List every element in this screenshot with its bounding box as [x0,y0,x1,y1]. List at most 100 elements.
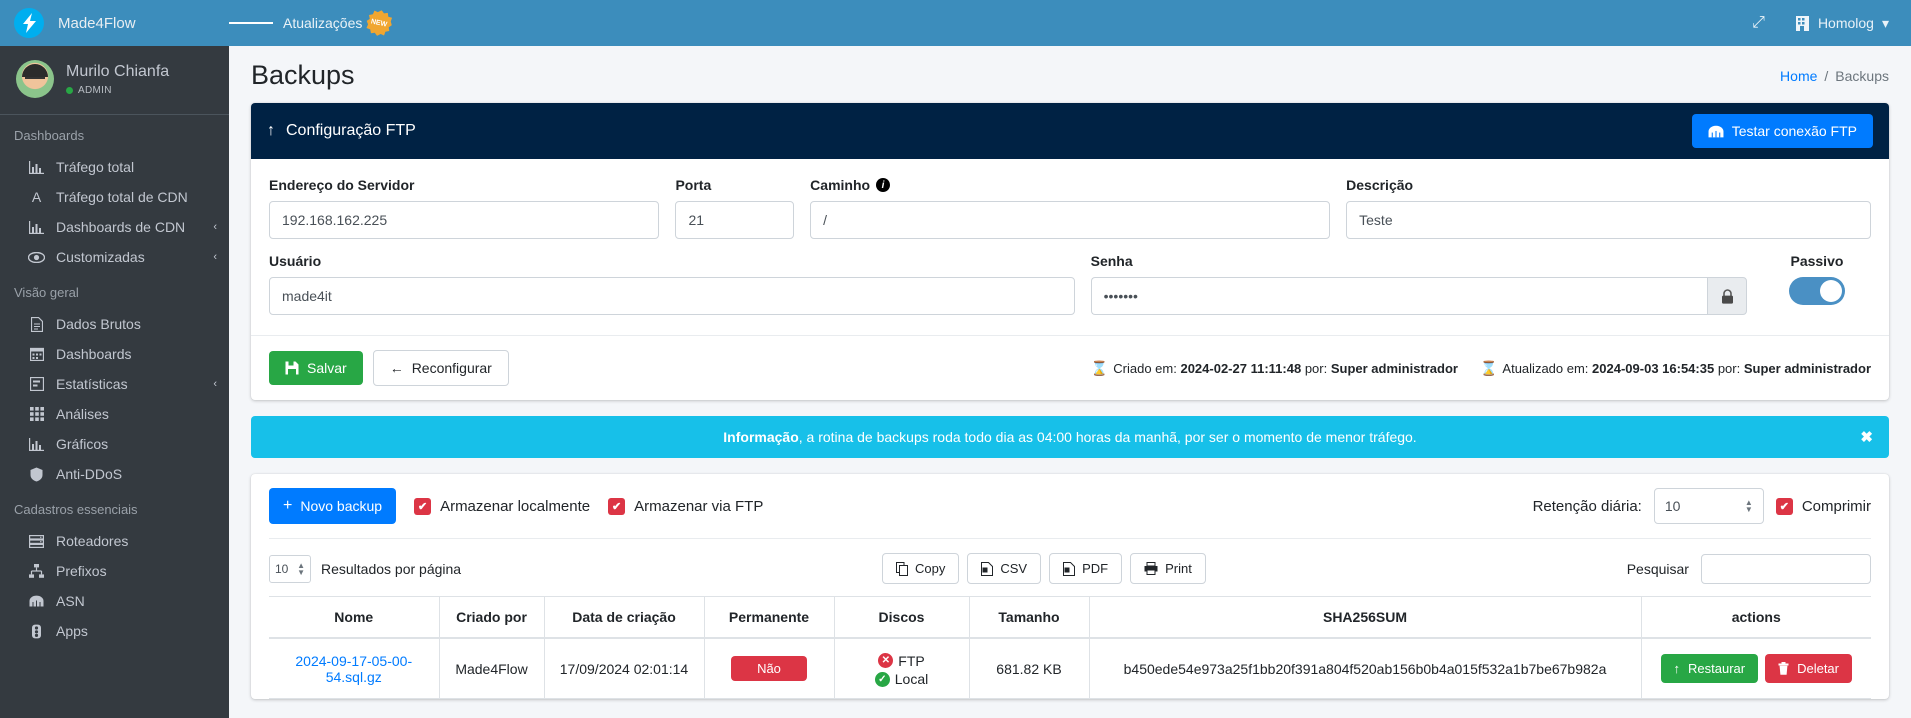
col-nome[interactable]: Nome [269,596,439,639]
sidebar-item-roteadores[interactable]: Roteadores [0,526,229,556]
sidebar-item-label: Dashboards de CDN [56,219,186,235]
sidebar-item-graficos[interactable]: Gráficos [0,429,229,459]
col-sha256sum[interactable]: SHA256SUM [1088,596,1641,639]
sidebar-toggle-icon[interactable] [229,0,274,46]
search-input[interactable] [1700,553,1871,584]
grid-icon [28,407,45,421]
ftp-form-row-2: Usuário Senha Passivo [269,253,1871,315]
user-input[interactable] [269,277,1075,315]
col-tamanho[interactable]: Tamanho [968,596,1089,639]
page-title: Backups [251,60,355,90]
breadcrumb-home-link[interactable]: Home [1780,68,1817,84]
app-root: Made4Flow Atualizações NEW ⤢ Homolog ▾ M… [0,0,1911,718]
sidebar-item-customizadas[interactable]: Customizadas ‹ [0,242,229,272]
path-input[interactable] [810,201,1331,239]
col-criado-por[interactable]: Criado por [438,596,544,639]
sidebar-item-dados-brutos[interactable]: Dados Brutos [0,309,229,339]
col-actions[interactable]: actions [1640,596,1871,639]
retention-value: 10 [1664,498,1681,514]
col-data-criacao[interactable]: Data de criação [543,596,704,639]
fullscreen-icon[interactable]: ⤢ [1738,0,1779,46]
sidebar-item-label: Dados Brutos [56,316,141,332]
backups-table: Nome Criado por Data de criação Permanen… [269,596,1871,699]
environment-selector[interactable]: Homolog ▾ [1785,0,1895,46]
sidebar-user-panel[interactable]: Murilo Chianfa ADMIN [0,46,229,115]
col-discos[interactable]: Discos [833,596,969,639]
alert-text-wrap: Informação, a rotina de backups roda tod… [723,429,1416,445]
lock-icon[interactable] [1707,277,1747,315]
table-head: Nome Criado por Data de criação Permanen… [269,596,1871,639]
ftp-card-footer: Salvar ← Reconfigurar ⌛ Criado em: 2024-0… [251,335,1889,400]
nav-updates[interactable]: Atualizações NEW [273,0,402,46]
per-page-group: 10 ▲ ▼ Resultados por página [269,554,461,583]
test-ftp-connection-button[interactable]: Testar conexão FTP [1691,114,1873,148]
save-button[interactable]: Salvar [269,351,363,385]
sidebar-item-anti-ddos[interactable]: Anti-DDoS [0,459,229,489]
restore-button[interactable]: ↑ Restaurar [1660,654,1759,683]
sidebar-item-trafego-cdn[interactable]: A Tráfego total de CDN [0,182,229,212]
compress-checkbox[interactable]: ✔ Comprimir [1775,497,1871,515]
sidebar-item-apps[interactable]: Apps [0,616,229,646]
checkbox-checked-icon: ✔ [414,497,432,515]
sidebar-item-prefixos[interactable]: Prefixos [0,556,229,586]
reconfigure-button[interactable]: ← Reconfigurar [372,350,509,386]
stepper-arrows-icon[interactable]: ▲ ▼ [1745,499,1753,514]
copy-button[interactable]: Copy [882,553,960,584]
field-group-description: Descrição [1346,177,1872,239]
print-button[interactable]: Print [1130,553,1206,584]
brand-block[interactable]: Made4Flow [0,0,229,46]
path-label: Caminho i [810,177,1330,193]
sidebar-item-asn[interactable]: ASN [0,586,229,616]
floppy-icon [285,361,299,375]
field-group-password: Senha [1090,253,1747,315]
sidebar-item-label: ASN [56,593,85,609]
ftp-config-card: ↑ Configuração FTP Testar conexão FTP En… [251,103,1889,400]
chevron-right-icon: ‹ [213,221,217,233]
sidebar-item-analises[interactable]: Análises [0,399,229,429]
reconfigure-button-label: Reconfigurar [411,360,492,376]
field-group-path: Caminho i [810,177,1331,239]
cdn-icon: A [31,189,42,205]
store-via-ftp-checkbox[interactable]: ✔ Armazenar via FTP [608,497,763,515]
sidebar-item-dashboards-cdn[interactable]: Dashboards de CDN ‹ [0,212,229,242]
pdf-button[interactable]: PDF [1049,553,1123,584]
store-locally-checkbox[interactable]: ✔ Armazenar localmente [414,497,590,515]
sidebar-item-trafego-total[interactable]: Tráfego total [0,152,229,182]
row-action-group: ↑ Restaurar Deletar [1650,654,1864,683]
updated-date: 2024-09-03 16:54:35 [1592,360,1715,376]
per-page-select[interactable]: 10 ▲ ▼ [269,554,311,583]
updated-meta: ⌛ Atualizado em: 2024-09-03 16:54:35 por:… [1480,360,1871,377]
sidebar-item-estatisticas[interactable]: Estatísticas ‹ [0,369,229,399]
check-icon: ✓ [874,671,890,687]
csv-button[interactable]: CSV [967,553,1042,584]
table-body: 2024-09-17-05-00-54.sql.gz Made4Flow 17/… [269,638,1871,699]
close-icon[interactable]: ✖ [1860,428,1873,446]
user-label: Usuário [269,253,322,269]
col-permanente[interactable]: Permanente [703,596,834,639]
hourglass-icon: ⌛ [1090,359,1109,376]
copy-button-label: Copy [915,561,946,576]
ftp-form-row-1: Endereço do Servidor Porta Caminho i [269,177,1872,239]
backup-file-link[interactable]: 2024-09-17-05-00-54.sql.gz [295,653,412,685]
sidebar-item-label: Análises [56,406,109,422]
status-dot-icon [66,87,73,95]
description-input[interactable] [1346,201,1872,239]
printer-icon [1144,562,1158,575]
password-input[interactable] [1090,277,1708,315]
delete-button[interactable]: Deletar [1765,654,1852,683]
port-label: Porta [675,177,712,193]
sidebar-item-dashboards[interactable]: Dashboards [0,339,229,369]
passive-toggle[interactable] [1788,277,1845,305]
checkbox-checked-icon: ✔ [1775,497,1793,515]
cell-data: 17/09/2024 02:01:14 [543,638,704,699]
cell-tamanho: 681.82 KB [968,638,1089,699]
port-input[interactable] [675,201,795,239]
server-input[interactable] [269,201,660,239]
new-backup-button[interactable]: + Novo backup [269,488,397,524]
breadcrumb-current: Backups [1835,67,1889,84]
created-prefix: Criado em: [1113,360,1177,376]
error-icon: ✕ [878,653,894,668]
info-icon[interactable]: i [876,178,891,192]
retention-stepper[interactable]: 10 ▲ ▼ [1653,488,1764,524]
table-header-row: Nome Criado por Data de criação Permanen… [269,596,1871,639]
